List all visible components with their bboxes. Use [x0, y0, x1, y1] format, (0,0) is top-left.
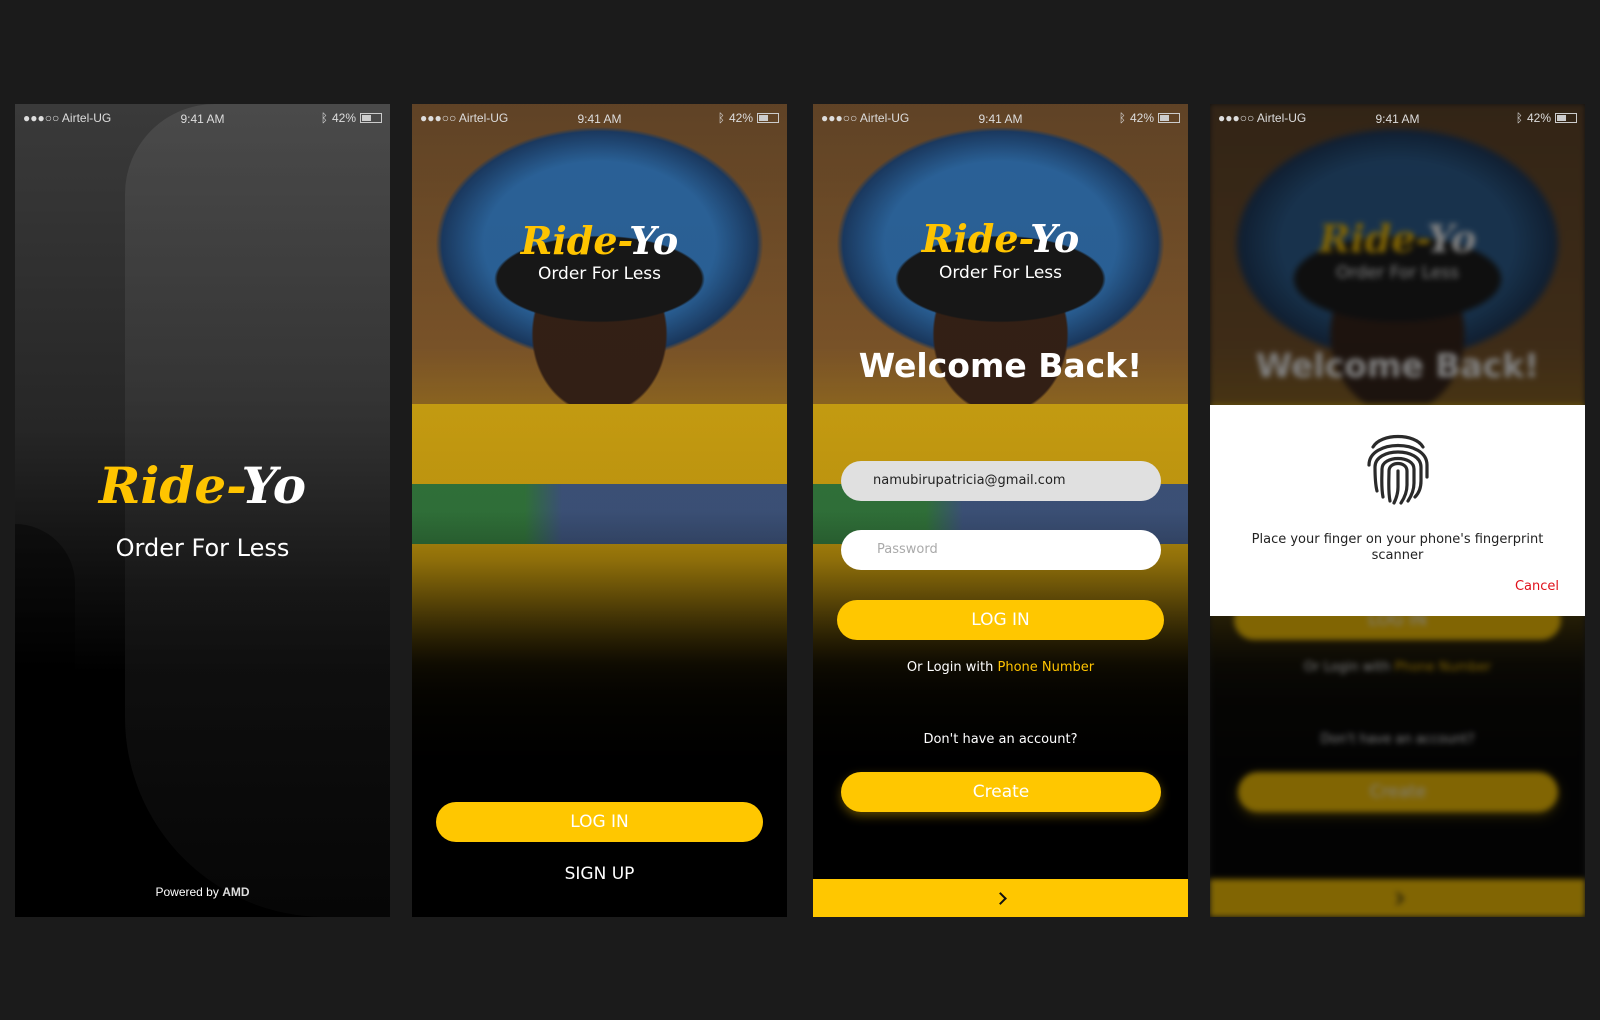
alt-login: Or Login with Phone Number [813, 660, 1188, 675]
bluetooth-icon: ᛒ [717, 111, 725, 125]
email-field[interactable]: namubirupatricia@gmail.com [841, 461, 1161, 501]
battery-icon [1555, 113, 1577, 123]
chevron-right-icon [994, 891, 1007, 905]
status-bar: ●●●○○ Airtel-UG 9:41 AM ᛒ 42% [813, 104, 1188, 130]
powered-by-brand: AMD [222, 885, 250, 899]
alt-login-prefix: Or Login with [906, 660, 994, 675]
logo-part1: Ride- [98, 456, 242, 515]
battery-percent: 42% [728, 111, 753, 125]
logo-part1: Ride- [520, 218, 630, 263]
battery-percent: 42% [1129, 111, 1154, 125]
phone-login-link[interactable]: Phone Number [998, 660, 1095, 675]
logo-part1: Ride- [921, 216, 1031, 261]
next-bar[interactable] [813, 879, 1188, 917]
no-account-text: Don't have an account? [923, 732, 1078, 747]
status-right: ᛒ 42% [1516, 111, 1577, 125]
tagline: Order For Less [938, 263, 1063, 283]
tagline: Order For Less [537, 264, 662, 284]
fingerprint-message: Place your finger on your phone's finger… [1251, 532, 1544, 563]
status-bar: ●●●○○ Airtel-UG 9:41 AM ᛒ 42% [412, 104, 787, 130]
app-logo: Ride-Yo [813, 216, 1188, 261]
fingerprint-screen: Ride-Yo Order For Less Welcome Back! LOG… [1210, 104, 1585, 917]
status-right: ᛒ 42% [1119, 111, 1180, 125]
powered-by-label: Powered by [155, 885, 219, 899]
welcome-heading: Welcome Back! [858, 346, 1143, 385]
splash-screen: ●●●○○ Airtel-UG 9:41 AM ᛒ 42% Ride-Yo Or… [15, 104, 390, 917]
create-account-button[interactable]: Create [841, 772, 1161, 812]
bluetooth-icon: ᛒ [1515, 111, 1523, 125]
status-bar: ●●●○○ Airtel-UG 9:41 AM ᛒ 42% [1210, 104, 1585, 130]
powered-by: Powered by AMD [15, 885, 390, 899]
bluetooth-icon: ᛒ [320, 111, 328, 125]
status-right: ᛒ 42% [718, 111, 779, 125]
logo-part2: Yo [241, 456, 307, 515]
battery-percent: 42% [1526, 111, 1551, 125]
battery-icon [360, 113, 382, 123]
status-bar: ●●●○○ Airtel-UG 9:41 AM ᛒ 42% [15, 104, 390, 130]
landing-screen: ●●●○○ Airtel-UG 9:41 AM ᛒ 42% Ride-Yo Or… [412, 104, 787, 917]
battery-percent: 42% [331, 111, 356, 125]
logo-part2: Yo [629, 218, 679, 263]
fingerprint-dialog: Place your finger on your phone's finger… [1210, 405, 1585, 616]
battery-icon [757, 113, 779, 123]
status-right: ᛒ 42% [321, 111, 382, 125]
app-logo: Ride-Yo [15, 456, 390, 515]
tagline: Order For Less [115, 534, 290, 562]
logo-part2: Yo [1030, 216, 1080, 261]
login-screen: ●●●○○ Airtel-UG 9:41 AM ᛒ 42% Ride-Yo Or… [813, 104, 1188, 917]
login-button[interactable]: LOG IN [436, 802, 763, 842]
password-field[interactable]: Password [841, 530, 1161, 570]
bluetooth-icon: ᛒ [1118, 111, 1126, 125]
background-wave [15, 524, 75, 917]
cancel-button[interactable]: Cancel [1515, 579, 1559, 594]
battery-icon [1158, 113, 1180, 123]
app-logo: Ride-Yo [412, 218, 787, 263]
login-button[interactable]: LOG IN [837, 600, 1164, 640]
fingerprint-icon [1366, 435, 1429, 505]
signup-button[interactable]: SIGN UP [412, 864, 787, 884]
